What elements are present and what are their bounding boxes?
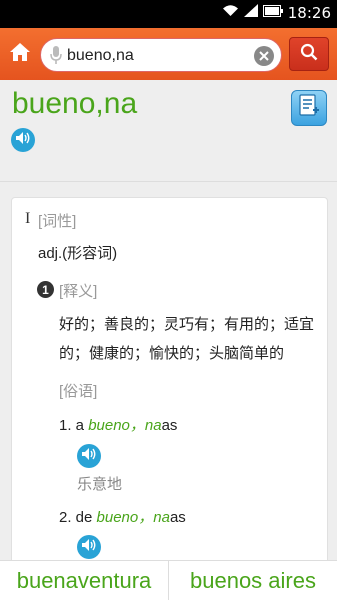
home-icon [9, 42, 31, 67]
pos-tag: [词性] [38, 213, 77, 230]
idiom-prefix: 1. a [59, 417, 89, 434]
idiom-prefix: 2. de [59, 509, 97, 526]
idiom-suffix: as [169, 509, 186, 526]
speaker-icon [81, 447, 97, 466]
idiom-headword: bueno，na [96, 509, 170, 526]
add-to-wordbook-button[interactable] [291, 90, 327, 126]
next-word-link[interactable]: buenos aires [168, 561, 337, 600]
idiom-item: 2. de bueno，naas [59, 506, 186, 527]
part-of-speech: adj.(形容词) [38, 245, 118, 262]
idiom-headword: bueno，na [88, 417, 162, 434]
search-box [40, 38, 282, 72]
clear-icon[interactable] [254, 46, 274, 66]
pronounce-button[interactable] [11, 128, 35, 152]
definition-text: 好的；善良的；灵巧有；有用的；适宜的；健康的；愉快的；头脑简单的 [59, 316, 315, 362]
idiom-suffix: as [161, 417, 178, 434]
sense-number: 1 [37, 281, 54, 298]
idiom-meaning: 乐意地 [77, 476, 123, 493]
home-button[interactable] [6, 40, 34, 68]
battery-icon [262, 4, 283, 22]
idiom-pronounce-button[interactable] [77, 535, 101, 559]
clock: 18:26 [287, 4, 331, 22]
adjacent-words-nav: buenaventura buenos aires [0, 560, 337, 600]
microphone-icon[interactable] [49, 45, 63, 70]
idiom-pronounce-button[interactable] [77, 444, 101, 468]
search-icon [300, 43, 318, 66]
signal-icon [243, 4, 258, 22]
status-bar: 18:26 [0, 0, 337, 28]
idiom-item: 1. a bueno，naas [59, 414, 177, 435]
wifi-icon [222, 4, 239, 22]
search-toolbar [0, 28, 337, 80]
definition-tag: [释义] [59, 283, 98, 300]
search-input[interactable] [67, 45, 247, 67]
entry-roman-numeral: I [25, 210, 31, 227]
definition-card: I [词性] adj.(形容词) 1 [释义] 好的；善良的；灵巧有；有用的；适… [11, 197, 328, 567]
speaker-icon [81, 538, 97, 557]
headword: bueno,na [12, 87, 138, 120]
previous-word-link[interactable]: buenaventura [0, 561, 168, 600]
word-header: bueno,na [0, 80, 337, 182]
speaker-icon [15, 131, 31, 150]
search-button[interactable] [289, 37, 329, 71]
notebook-add-icon [298, 93, 320, 123]
idiom-tag: [俗语] [59, 383, 98, 400]
